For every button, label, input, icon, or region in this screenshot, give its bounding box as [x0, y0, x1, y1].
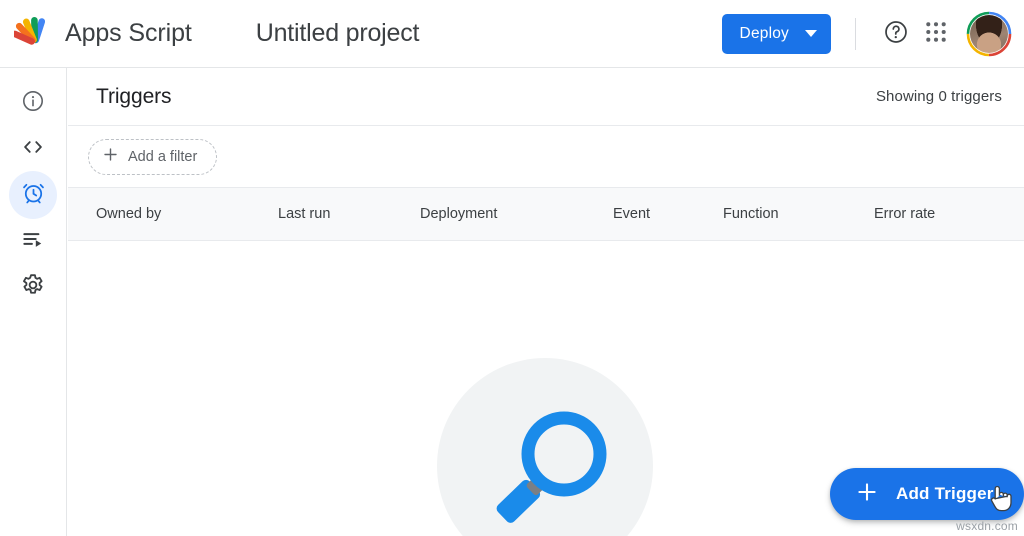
deploy-button-label: Deploy — [740, 25, 789, 43]
apps-grid-icon — [925, 21, 947, 46]
plus-icon — [102, 146, 119, 167]
topbar-actions: Deploy — [722, 0, 1012, 67]
help-circle-icon — [883, 19, 909, 48]
left-navigation-rail — [0, 68, 67, 536]
google-apps-button[interactable] — [916, 14, 956, 54]
add-filter-label: Add a filter — [128, 149, 197, 165]
toolbar-divider — [855, 18, 856, 50]
plus-icon — [856, 481, 878, 508]
triggers-panel: Triggers Showing 0 triggers Add a filter… — [68, 68, 1024, 536]
info-circle-icon — [21, 89, 45, 118]
deploy-button[interactable]: Deploy — [722, 14, 831, 54]
sidebar-item-triggers[interactable] — [9, 171, 57, 219]
add-filter-chip[interactable]: Add a filter — [88, 139, 217, 175]
avatar-photo — [970, 15, 1008, 53]
gear-icon — [20, 272, 46, 303]
watermark-label: wsxdn.com — [956, 519, 1018, 533]
page-title: Triggers — [96, 85, 171, 109]
top-app-bar: Apps Script Untitled project Deploy — [0, 0, 1024, 68]
sidebar-item-executions[interactable] — [9, 217, 57, 265]
project-title[interactable]: Untitled project — [256, 19, 420, 48]
chevron-down-icon — [805, 30, 817, 37]
showing-count-label: Showing 0 triggers — [876, 88, 1002, 105]
executions-play-icon — [20, 226, 46, 257]
magnifying-glass-illustration-icon — [488, 404, 620, 536]
add-trigger-label: Add Trigger — [896, 484, 994, 504]
alarm-clock-icon — [21, 180, 46, 210]
code-brackets-icon — [20, 134, 46, 165]
page-header: Triggers Showing 0 triggers — [68, 68, 1024, 126]
sidebar-item-overview[interactable] — [9, 79, 57, 127]
brand-home-link[interactable]: Apps Script — [14, 14, 192, 54]
sidebar-item-settings[interactable] — [9, 263, 57, 311]
add-trigger-button[interactable]: Add Trigger — [830, 468, 1024, 520]
avatar[interactable] — [966, 11, 1012, 57]
help-button[interactable] — [876, 14, 916, 54]
sidebar-item-editor[interactable] — [9, 125, 57, 173]
apps-script-logo-icon — [14, 14, 56, 54]
brand-name-label: Apps Script — [65, 19, 192, 48]
